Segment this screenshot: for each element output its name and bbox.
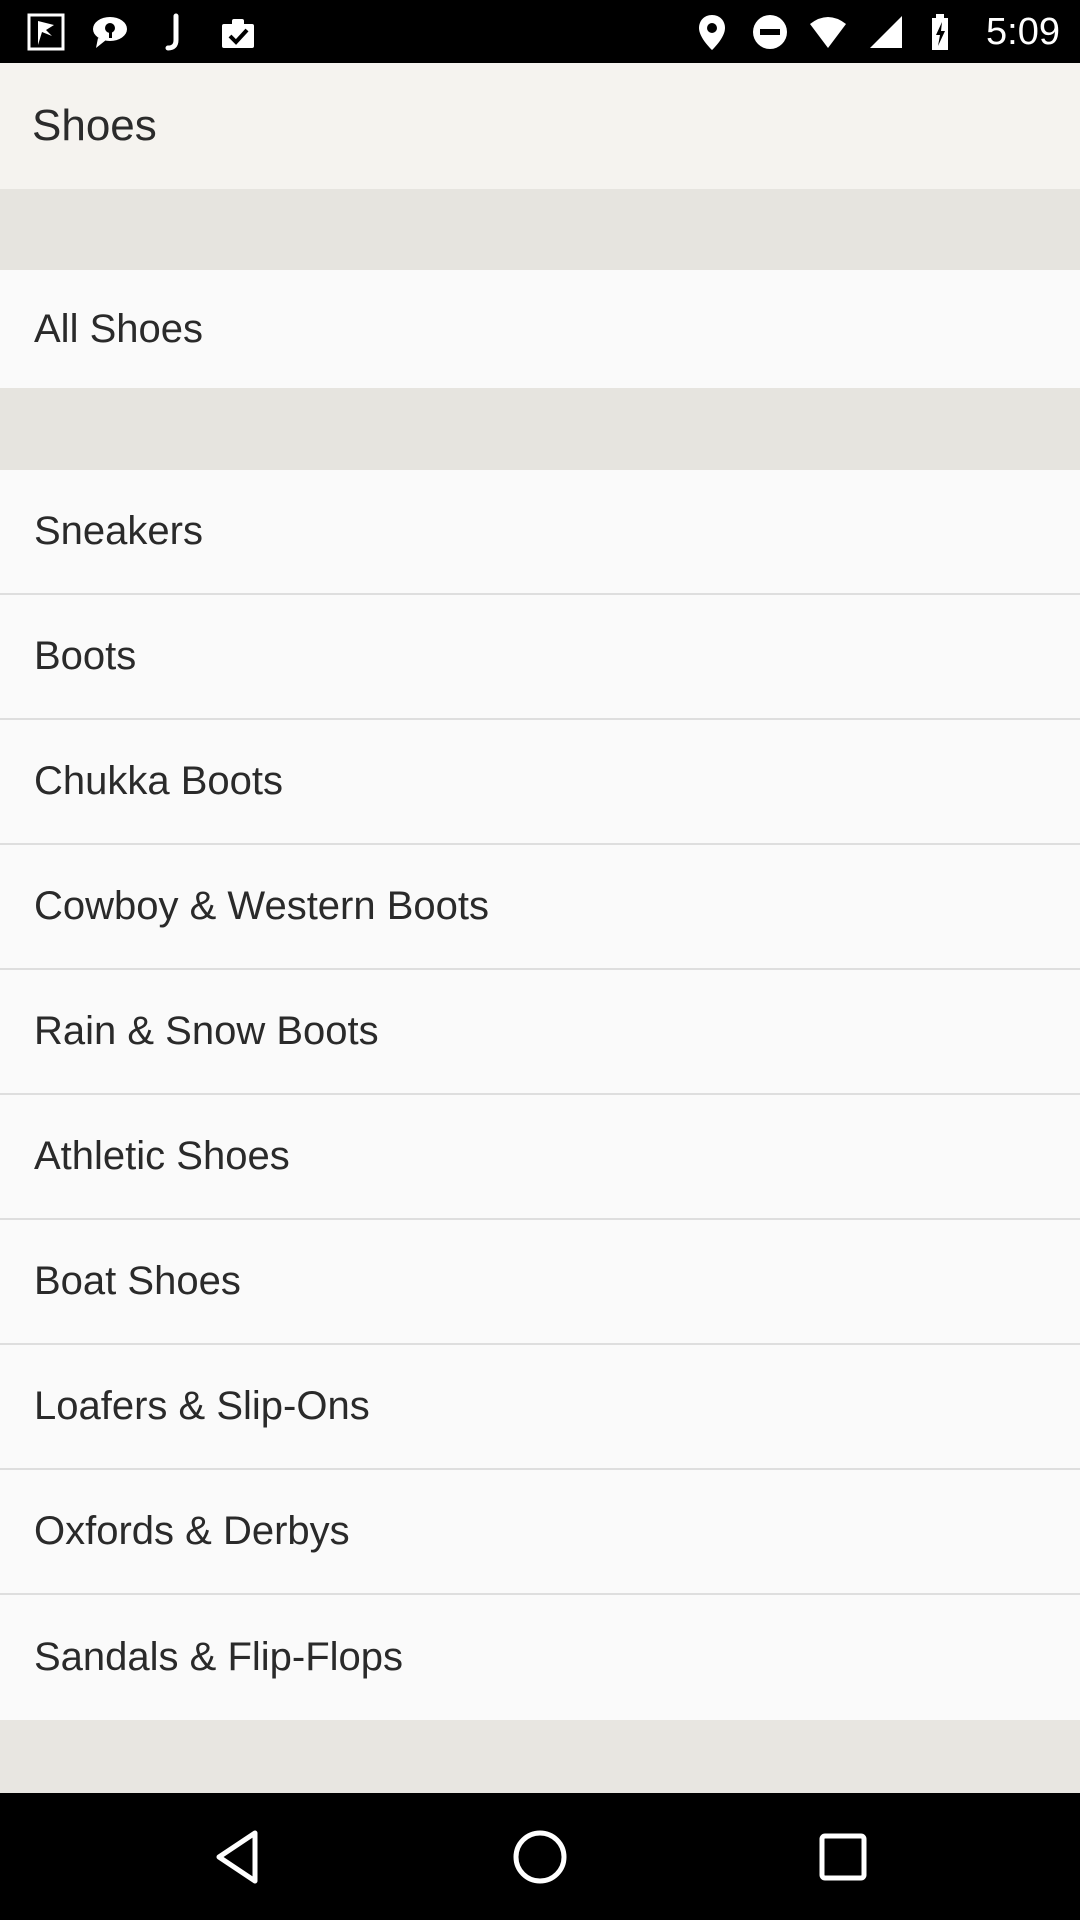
j-app-icon [152,10,196,54]
status-bar-system: 5:09 [690,8,1060,56]
list-item[interactable]: Boat Shoes [0,1220,1080,1345]
home-icon[interactable] [502,1819,578,1895]
list-item[interactable]: Cowboy & Western Boots [0,845,1080,970]
app-bar: Shoes [0,63,1080,189]
list-item[interactable]: Loafers & Slip-Ons [0,1345,1080,1470]
status-bar-notifications [24,8,260,56]
navigation-bar [0,1793,1080,1920]
section-spacer [0,189,1080,270]
list-item[interactable]: Rain & Snow Boots [0,970,1080,1095]
list-item[interactable]: Athletic Shoes [0,1095,1080,1220]
location-pin-icon [690,10,734,54]
cell-signal-icon [864,10,908,54]
battery-charging-icon [922,10,966,54]
list-item[interactable]: Sandals & Flip-Flops [0,1595,1080,1720]
list-item[interactable]: Oxfords & Derbys [0,1470,1080,1595]
list-item-all-shoes[interactable]: All Shoes [0,270,1080,388]
clipboard-check-icon [216,10,260,54]
recents-icon[interactable] [805,1819,881,1895]
page-title: Shoes [32,101,157,150]
category-list: Sneakers Boots Chukka Boots Cowboy & Wes… [0,470,1080,1720]
section-spacer [0,388,1080,470]
status-clock: 5:09 [986,10,1060,53]
flag-notification-icon [24,10,68,54]
list-item[interactable]: Sneakers [0,470,1080,595]
all-shoes-section: All Shoes [0,270,1080,388]
status-bar: 5:09 [0,0,1080,63]
chat-bubble-icon [88,10,132,54]
do-not-disturb-icon [748,10,792,54]
list-item[interactable]: Boots [0,595,1080,720]
wifi-icon [806,10,850,54]
back-icon[interactable] [199,1819,275,1895]
list-item[interactable]: Chukka Boots [0,720,1080,845]
